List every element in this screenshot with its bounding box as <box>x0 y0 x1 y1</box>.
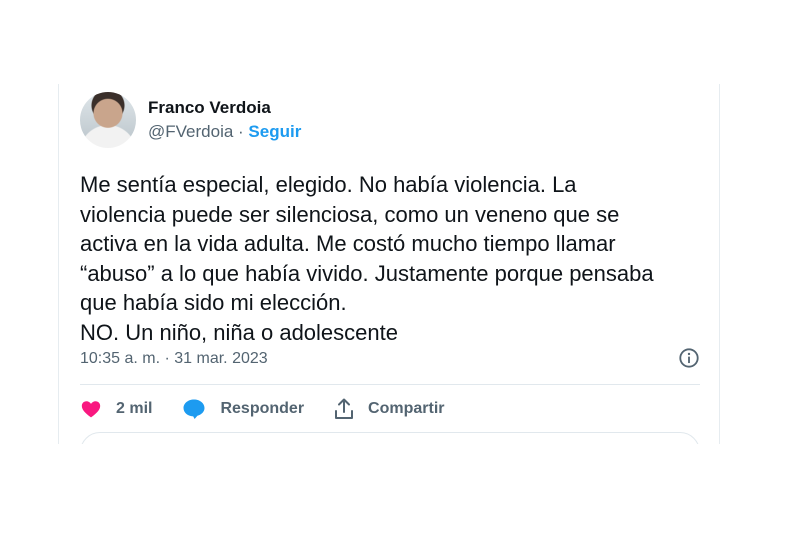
action-bar: 2 mil Responder Compartir <box>80 398 475 420</box>
like-count: 2 mil <box>116 400 153 417</box>
author-display-name[interactable]: Franco Verdoia <box>148 97 301 119</box>
follow-link[interactable]: Seguir <box>248 122 301 141</box>
share-arrow-icon <box>335 398 354 419</box>
like-button[interactable]: 2 mil <box>80 398 152 420</box>
tweet-meta: 10:35 a. m. · 31 mar. 2023 <box>80 347 700 369</box>
reply-button[interactable]: Responder <box>182 398 304 420</box>
avatar[interactable] <box>80 92 136 148</box>
tweet-timestamp[interactable]: 10:35 a. m. · 31 mar. 2023 <box>80 350 268 367</box>
info-icon[interactable] <box>678 347 700 369</box>
heart-icon <box>81 401 101 418</box>
tweet-header: Franco Verdoia @FVerdoia · Seguir <box>80 92 301 148</box>
author-handle-row: @FVerdoia · Seguir <box>148 121 301 143</box>
tweet-text: Me sentía especial, elegido. No había vi… <box>80 172 654 345</box>
share-button[interactable]: Compartir <box>334 398 445 420</box>
share-label: Compartir <box>368 400 445 417</box>
author-handle[interactable]: @FVerdoia <box>148 122 233 141</box>
read-replies-button[interactable] <box>80 432 700 444</box>
author-names: Franco Verdoia @FVerdoia · Seguir <box>148 97 301 143</box>
speech-bubble-icon <box>183 399 205 419</box>
divider <box>80 384 700 385</box>
tweet-embed-card: Franco Verdoia @FVerdoia · Seguir Me sen… <box>58 84 720 444</box>
reply-label: Responder <box>220 400 305 417</box>
handle-separator: · <box>233 122 249 141</box>
